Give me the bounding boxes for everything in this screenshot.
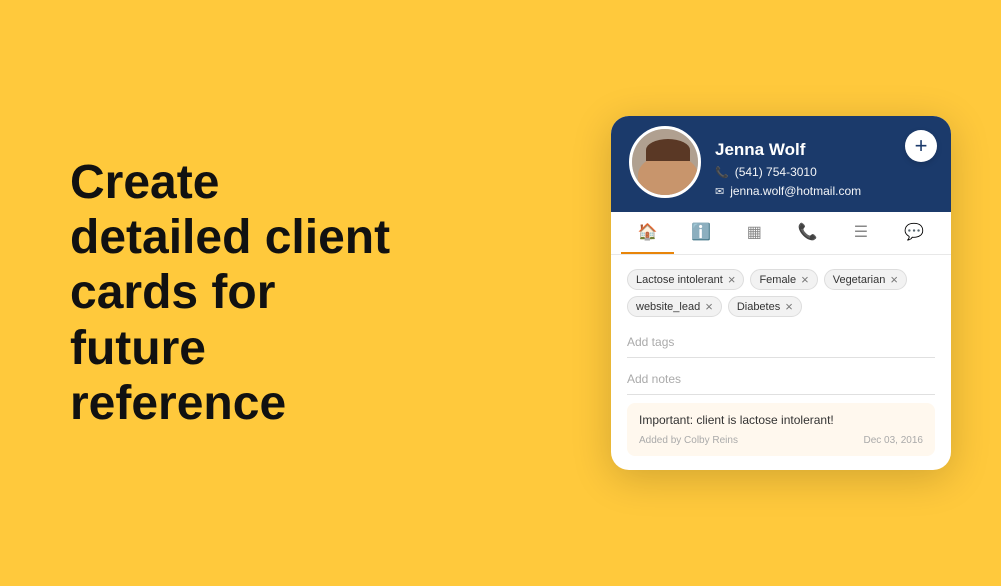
tab-calls[interactable]: 📞 bbox=[781, 212, 834, 254]
card-header: Jenna Wolf 📞 (541) 754-3010 ✉ jenna.wolf… bbox=[611, 116, 951, 212]
email-address: jenna.wolf@hotmail.com bbox=[730, 184, 861, 198]
headline: Create detailed client cards for future … bbox=[70, 155, 541, 431]
left-section: Create detailed client cards for future … bbox=[0, 95, 581, 491]
avatar-hair bbox=[646, 139, 690, 161]
tab-notes-list[interactable]: ☰ bbox=[834, 212, 887, 254]
tag-close-lactose[interactable]: × bbox=[728, 273, 736, 286]
card-body: Lactose intolerant × Female × Vegetarian… bbox=[611, 255, 951, 470]
tag-close-website-lead[interactable]: × bbox=[705, 300, 713, 313]
add-notes-label: Add notes bbox=[627, 372, 681, 386]
tag-website-lead: website_lead × bbox=[627, 296, 722, 317]
client-card: Jenna Wolf 📞 (541) 754-3010 ✉ jenna.wolf… bbox=[611, 116, 951, 470]
phone-row: 📞 (541) 754-3010 bbox=[715, 165, 861, 179]
tag-close-vegetarian[interactable]: × bbox=[890, 273, 898, 286]
email-icon: ✉ bbox=[715, 185, 724, 198]
phone-icon: 📞 bbox=[715, 166, 729, 179]
client-name: Jenna Wolf bbox=[715, 140, 861, 160]
email-row: ✉ jenna.wolf@hotmail.com bbox=[715, 184, 861, 198]
tag-close-diabetes[interactable]: × bbox=[785, 300, 793, 313]
tab-info[interactable]: ℹ️ bbox=[674, 212, 727, 254]
client-info: Jenna Wolf 📞 (541) 754-3010 ✉ jenna.wolf… bbox=[715, 134, 861, 198]
tag-close-female[interactable]: × bbox=[801, 273, 809, 286]
phone-number: (541) 754-3010 bbox=[735, 165, 817, 179]
tag-label: Female bbox=[759, 274, 796, 286]
headline-line3: cards for bbox=[70, 266, 275, 319]
tab-chat[interactable]: 💬 bbox=[888, 212, 941, 254]
tab-calendar[interactable]: ▦ bbox=[728, 212, 781, 254]
tag-female: Female × bbox=[750, 269, 817, 290]
tag-diabetes: Diabetes × bbox=[728, 296, 802, 317]
tag-label: website_lead bbox=[636, 301, 700, 313]
headline-line4: future bbox=[70, 322, 206, 375]
headline-line1: Create bbox=[70, 156, 219, 209]
avatar-image bbox=[632, 129, 698, 195]
add-tags-label: Add tags bbox=[627, 335, 674, 349]
note-meta: Added by Colby Reins Dec 03, 2016 bbox=[639, 435, 923, 446]
tag-vegetarian: Vegetarian × bbox=[824, 269, 907, 290]
note-box: Important: client is lactose intolerant!… bbox=[627, 403, 935, 456]
tab-home[interactable]: 🏠 bbox=[621, 212, 674, 254]
tag-label: Vegetarian bbox=[833, 274, 886, 286]
tags-container: Lactose intolerant × Female × Vegetarian… bbox=[627, 269, 935, 317]
avatar bbox=[629, 126, 701, 198]
headline-line5: reference bbox=[70, 377, 286, 430]
tag-lactose: Lactose intolerant × bbox=[627, 269, 744, 290]
note-text: Important: client is lactose intolerant! bbox=[639, 413, 923, 427]
note-author: Added by Colby Reins bbox=[639, 435, 738, 446]
tag-label: Lactose intolerant bbox=[636, 274, 723, 286]
add-tags-field[interactable]: Add tags bbox=[627, 327, 935, 358]
note-date: Dec 03, 2016 bbox=[864, 435, 924, 446]
headline-line2: detailed client bbox=[70, 211, 390, 264]
card-tabs: 🏠 ℹ️ ▦ 📞 ☰ 💬 bbox=[611, 212, 951, 255]
tag-label: Diabetes bbox=[737, 301, 780, 313]
add-notes-field[interactable]: Add notes bbox=[627, 364, 935, 395]
add-button[interactable]: + bbox=[905, 130, 937, 162]
right-section: Jenna Wolf 📞 (541) 754-3010 ✉ jenna.wolf… bbox=[581, 86, 1001, 500]
